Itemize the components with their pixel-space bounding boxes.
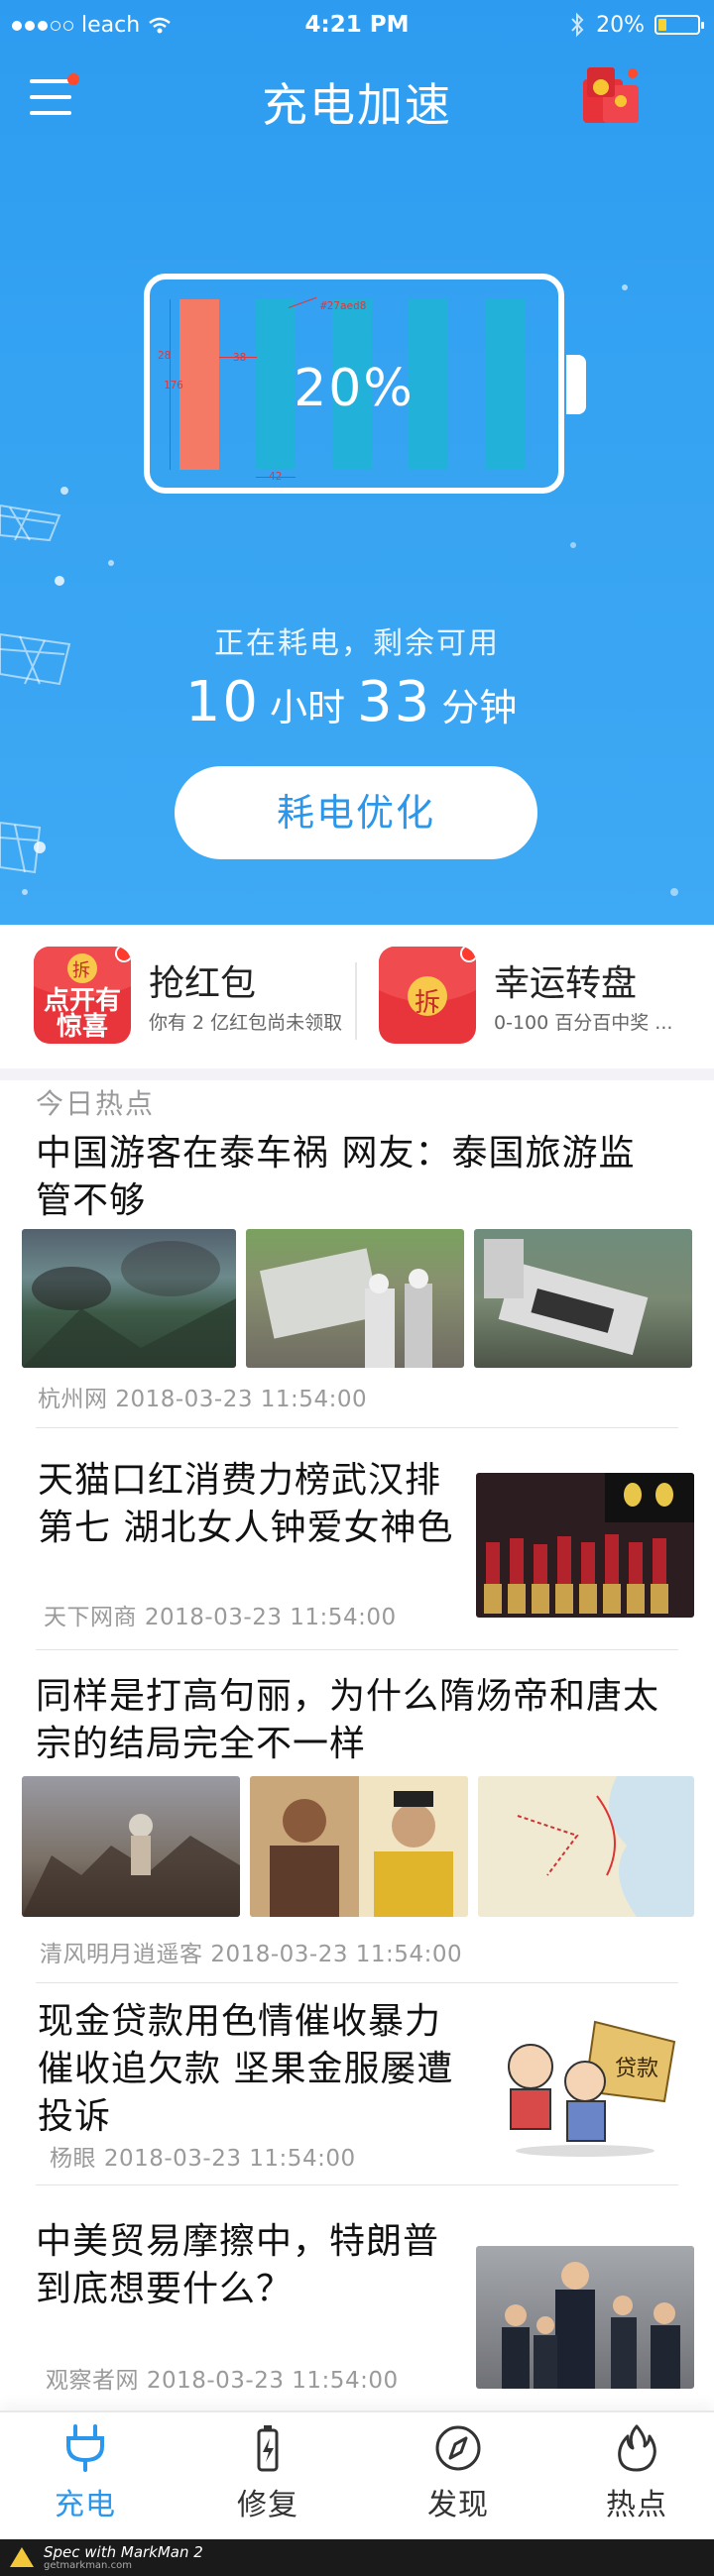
news-source: 杭州网 xyxy=(38,1387,108,1412)
promo-red-packet[interactable]: 拆 点开有惊喜 抢红包 你有 2 亿红包尚未领取 xyxy=(34,947,351,1056)
tab-repair[interactable]: 修复 xyxy=(208,2424,327,2531)
section-title: 今日热点 xyxy=(36,1087,156,1120)
news-time: 2018-03-23 11:54:00 xyxy=(210,1942,463,1967)
status-battery-icon xyxy=(654,15,704,35)
battery-gauge: 20% 28 176 38 42 #27aed8 xyxy=(144,274,586,494)
news-meta: 清风明月逍遥客 2018-03-23 11:54:00 xyxy=(40,1935,462,1968)
promo-title: 幸运转盘 xyxy=(494,963,638,1004)
news-image xyxy=(246,1229,464,1368)
promo-row: 拆 点开有惊喜 抢红包 你有 2 亿红包尚未领取 拆 幸运转盘 0-100 百分… xyxy=(0,925,714,1073)
hours-unit: 小时 xyxy=(269,686,345,729)
tab-label: 充电 xyxy=(55,2488,116,2522)
promo-subtitle: 0-100 百分百中奖 ... xyxy=(494,1012,673,1034)
news-image: 贷款 xyxy=(476,2012,694,2159)
red-envelope-icon: 拆 xyxy=(379,947,476,1044)
news-image xyxy=(478,1776,694,1917)
svg-text:贷款: 贷款 xyxy=(615,2057,658,2081)
red-envelope-icon xyxy=(583,67,639,123)
news-separator xyxy=(36,2184,678,2185)
section-divider xyxy=(0,1068,714,1080)
annotation-line xyxy=(256,477,296,478)
promo-badge-char: 拆 xyxy=(415,988,441,1018)
bluetooth-icon xyxy=(571,12,584,38)
news-time: 2018-03-23 11:54:00 xyxy=(146,2368,399,2394)
news-image xyxy=(22,1776,240,1917)
notification-dot xyxy=(460,947,476,962)
news-title[interactable]: 天猫口红消费力榜武汉排第七 湖北女人钟爱女神色 xyxy=(38,1457,454,1552)
footer-line1: Spec with MarkMan 2 xyxy=(44,2543,203,2561)
tab-bar: 充电 修复 发现 热点 xyxy=(0,2410,714,2539)
news-image xyxy=(250,1776,468,1917)
news-source: 观察者网 xyxy=(46,2368,139,2394)
news-separator xyxy=(36,1427,678,1428)
red-envelope-surprise-icon: 拆 点开有惊喜 xyxy=(34,947,131,1044)
battery-percent-label: 20% xyxy=(294,359,415,418)
power-status-text: 正在耗电，剩余可用 xyxy=(214,626,500,661)
news-separator xyxy=(36,1982,678,1983)
tab-label: 修复 xyxy=(237,2488,298,2522)
notification-dot xyxy=(115,947,131,962)
promo-title: 抢红包 xyxy=(149,963,257,1004)
news-title[interactable]: 现金贷款用色情催收暴力催收追欠款 坚果金服屡遭投诉 xyxy=(38,1998,474,2141)
optimize-button[interactable]: 耗电优化 xyxy=(175,766,537,859)
news-source: 清风明月逍遥客 xyxy=(40,1942,203,1967)
markman-footer: Spec with MarkMan 2 getmarkman.com xyxy=(0,2539,714,2576)
news-time: 2018-03-23 11:54:00 xyxy=(144,1605,397,1630)
tab-discover[interactable]: 发现 xyxy=(399,2424,518,2531)
remaining-minutes: 33 xyxy=(357,670,432,734)
promo-subtitle: 你有 2 亿红包尚未领取 xyxy=(149,1012,343,1034)
red-envelope-button[interactable] xyxy=(577,65,645,127)
flame-icon xyxy=(618,2424,656,2472)
news-image xyxy=(22,1229,236,1368)
tab-label: 发现 xyxy=(427,2488,489,2522)
annotation-label: 176 xyxy=(164,379,183,392)
battery-percent: 20% xyxy=(596,12,645,38)
news-title[interactable]: 同样是打高句丽，为什么隋炀帝和唐太宗的结局完全不一样 xyxy=(36,1673,670,1768)
news-title[interactable]: 中国游客在泰车祸 网友：泰国旅游监管不够 xyxy=(36,1130,651,1225)
compass-icon xyxy=(435,2425,481,2471)
news-title[interactable]: 中美贸易摩擦中，特朗普到底想要什么？ xyxy=(36,2218,472,2313)
news-meta: 杨眼 2018-03-23 11:54:00 xyxy=(50,2139,356,2173)
promo-badge-char: 拆 xyxy=(72,960,90,981)
remaining-time: 10 小时 33 分钟 xyxy=(0,670,714,734)
news-image xyxy=(476,1473,694,1618)
news-time: 2018-03-23 11:54:00 xyxy=(115,1387,368,1412)
annotation-label: 28 xyxy=(158,349,172,362)
news-source: 天下网商 xyxy=(44,1605,137,1630)
news-time: 2018-03-23 11:54:00 xyxy=(103,2146,356,2172)
status-right: 20% xyxy=(568,12,704,38)
remaining-hours: 10 xyxy=(184,670,260,734)
promo-lucky-wheel[interactable]: 拆 幸运转盘 0-100 百分百中奖 ... xyxy=(379,947,696,1056)
plug-icon xyxy=(66,2424,104,2472)
news-image xyxy=(474,1229,692,1368)
annotation-line xyxy=(219,357,257,358)
footer-line2: getmarkman.com xyxy=(44,2560,132,2571)
news-source: 杨眼 xyxy=(50,2146,96,2172)
news-separator xyxy=(36,1649,678,1650)
news-meta: 天下网商 2018-03-23 11:54:00 xyxy=(44,1598,397,1631)
status-bar: leach 4:21 PM 20% xyxy=(0,0,714,54)
tab-hot[interactable]: 热点 xyxy=(577,2424,696,2531)
news-image xyxy=(476,2246,694,2389)
battery-cap xyxy=(566,355,586,414)
markman-logo-icon xyxy=(10,2547,34,2567)
annotation-label: #27aed8 xyxy=(320,299,367,312)
tab-label: 热点 xyxy=(606,2488,667,2522)
news-meta: 观察者网 2018-03-23 11:54:00 xyxy=(46,2361,399,2395)
news-meta: 杭州网 2018-03-23 11:54:00 xyxy=(38,1380,367,1413)
minutes-unit: 分钟 xyxy=(441,686,518,729)
promo-icon-text: 点开有惊喜 xyxy=(43,986,121,1042)
charging-hero: leach 4:21 PM 20% 充电加速 20% 28 176 38 42 … xyxy=(0,0,714,925)
promo-divider xyxy=(355,962,357,1040)
battery-icon xyxy=(257,2425,279,2472)
tab-charge[interactable]: 充电 xyxy=(26,2424,145,2531)
